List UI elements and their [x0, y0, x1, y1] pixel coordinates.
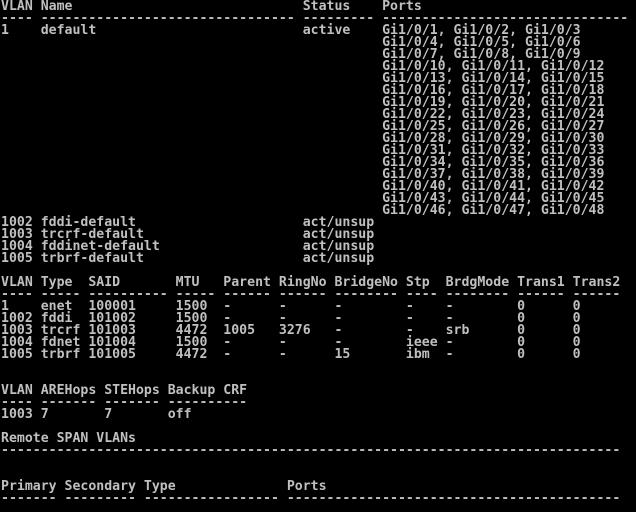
terminal-line: 1003 7 7 off [1, 407, 192, 422]
terminal-output: VLAN Name Status Ports ---- -------------… [1, 0, 628, 506]
terminal-line: ------- --------- ----------------- ----… [1, 491, 621, 506]
console-window[interactable]: VLAN Name Status Ports ---- -------------… [0, 0, 636, 512]
terminal-line: ----------------------------------------… [1, 443, 621, 458]
terminal-line: 1005 trbrf-default act/unsup [1, 251, 375, 266]
terminal-line: 1005 trbrf 101005 4472 - - 15 ibm - 0 0 [1, 347, 581, 362]
